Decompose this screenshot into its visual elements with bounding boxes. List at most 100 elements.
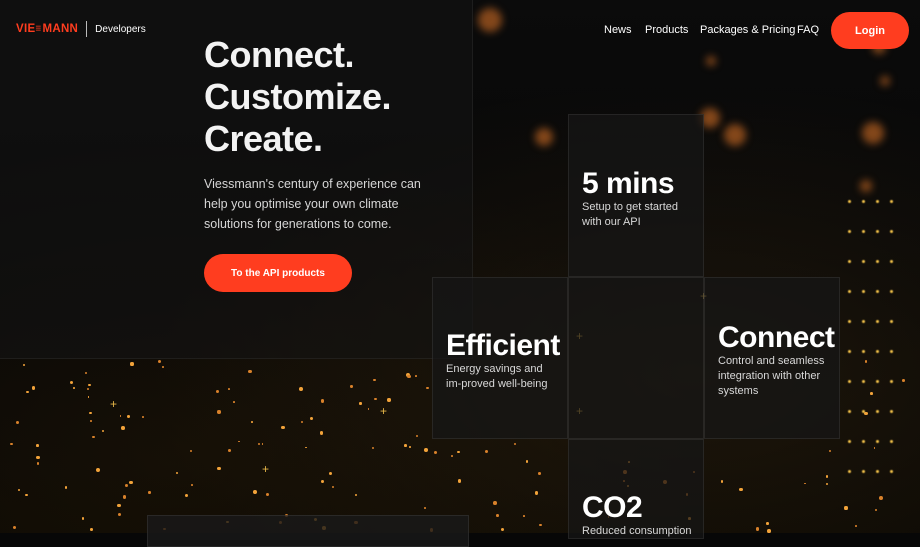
city-light bbox=[848, 410, 851, 413]
city-light bbox=[848, 230, 851, 233]
site-header: VIE≡MANN Developers News Products Packag… bbox=[0, 0, 920, 60]
city-light bbox=[890, 470, 893, 473]
city-light bbox=[265, 492, 270, 496]
city-light bbox=[36, 444, 39, 448]
brand-logo[interactable]: VIE≡MANN Developers bbox=[16, 21, 146, 37]
city-light bbox=[26, 391, 29, 394]
city-light bbox=[876, 440, 879, 443]
city-light bbox=[876, 350, 879, 353]
bokeh-light bbox=[862, 122, 884, 144]
tile-title: 5 mins bbox=[582, 167, 675, 200]
city-light bbox=[359, 402, 362, 405]
city-light bbox=[404, 444, 408, 447]
city-light bbox=[216, 466, 221, 471]
city-light bbox=[415, 375, 417, 377]
city-light bbox=[121, 426, 126, 430]
city-light bbox=[191, 483, 194, 486]
sparkle-icon: + bbox=[262, 462, 270, 476]
city-light bbox=[848, 200, 851, 203]
city-light bbox=[862, 320, 865, 323]
city-light bbox=[890, 410, 893, 413]
headline-line: Customize. bbox=[204, 76, 392, 117]
logo-subtitle: Developers bbox=[95, 23, 146, 35]
city-light bbox=[876, 260, 879, 263]
city-light bbox=[495, 514, 499, 517]
city-light bbox=[456, 450, 460, 454]
city-light bbox=[415, 434, 418, 437]
city-light bbox=[175, 471, 178, 474]
nav-packages-pricing[interactable]: Packages & Pricing bbox=[700, 24, 795, 36]
tile-text: Energy savings and im-proved well-being bbox=[446, 363, 548, 390]
hero-intro: Viessmann's century of experience can he… bbox=[204, 177, 421, 231]
city-light bbox=[22, 363, 25, 367]
tile-title: Efficient bbox=[446, 329, 560, 362]
city-light bbox=[90, 419, 93, 422]
tile-text: Control and seamless integration with ot… bbox=[718, 355, 825, 397]
city-light bbox=[862, 410, 865, 413]
headline-line: Connect. bbox=[204, 34, 355, 75]
city-light bbox=[320, 479, 324, 483]
city-light bbox=[864, 360, 868, 363]
city-light bbox=[855, 524, 857, 527]
city-light bbox=[848, 260, 851, 263]
bokeh-light bbox=[724, 124, 746, 146]
city-light bbox=[493, 501, 497, 505]
city-light bbox=[84, 371, 87, 374]
city-light bbox=[161, 366, 164, 369]
city-light bbox=[130, 362, 134, 366]
city-light bbox=[848, 440, 851, 443]
city-light bbox=[738, 487, 743, 492]
tile-5-mins: 5 mins Setup to get started with our API bbox=[568, 114, 704, 277]
city-light bbox=[844, 506, 848, 510]
nav-products[interactable]: Products bbox=[645, 24, 688, 36]
city-light bbox=[876, 230, 879, 233]
city-light bbox=[320, 399, 324, 403]
api-products-button[interactable]: To the API products bbox=[204, 254, 352, 292]
city-light bbox=[876, 200, 879, 203]
city-light bbox=[876, 410, 879, 413]
logo-divider bbox=[86, 21, 88, 37]
nav-news[interactable]: News bbox=[604, 24, 632, 36]
city-light bbox=[373, 378, 376, 382]
city-light bbox=[251, 421, 253, 423]
tile-text: Setup to get started with our API bbox=[582, 201, 679, 228]
city-light bbox=[128, 480, 133, 485]
city-light bbox=[890, 200, 893, 203]
city-light bbox=[766, 522, 769, 525]
city-light bbox=[874, 508, 877, 511]
login-button[interactable]: Login bbox=[831, 12, 909, 49]
bokeh-light bbox=[880, 76, 890, 86]
city-light bbox=[862, 290, 865, 293]
city-light bbox=[890, 230, 893, 233]
city-light bbox=[848, 380, 851, 383]
city-light bbox=[539, 524, 542, 527]
city-light bbox=[253, 490, 257, 494]
city-light bbox=[890, 380, 893, 383]
city-light bbox=[890, 440, 893, 443]
city-light bbox=[233, 401, 235, 404]
bottom-panel bbox=[147, 515, 469, 547]
sparkle-icon: + bbox=[110, 397, 118, 411]
city-light bbox=[848, 290, 851, 293]
city-light bbox=[142, 415, 145, 418]
city-light bbox=[870, 392, 873, 395]
city-light bbox=[248, 369, 252, 374]
sparkle-icon: + bbox=[380, 404, 388, 418]
city-light bbox=[848, 350, 851, 353]
city-light bbox=[902, 379, 905, 383]
city-light bbox=[36, 462, 40, 465]
city-light bbox=[36, 455, 40, 460]
city-light bbox=[408, 446, 411, 448]
city-light bbox=[876, 380, 879, 383]
nav-faq[interactable]: FAQ bbox=[797, 24, 819, 36]
city-light bbox=[537, 472, 541, 476]
city-light bbox=[81, 517, 84, 520]
city-light bbox=[484, 449, 488, 453]
viessmann-logo-icon: VIE≡MANN bbox=[16, 23, 79, 35]
tile-connect: Connect Control and seamless integration… bbox=[704, 277, 840, 439]
city-light bbox=[148, 491, 151, 494]
city-light bbox=[879, 495, 884, 500]
city-light bbox=[755, 527, 760, 531]
city-light bbox=[862, 230, 865, 233]
tile-title: CO2 bbox=[582, 491, 643, 524]
